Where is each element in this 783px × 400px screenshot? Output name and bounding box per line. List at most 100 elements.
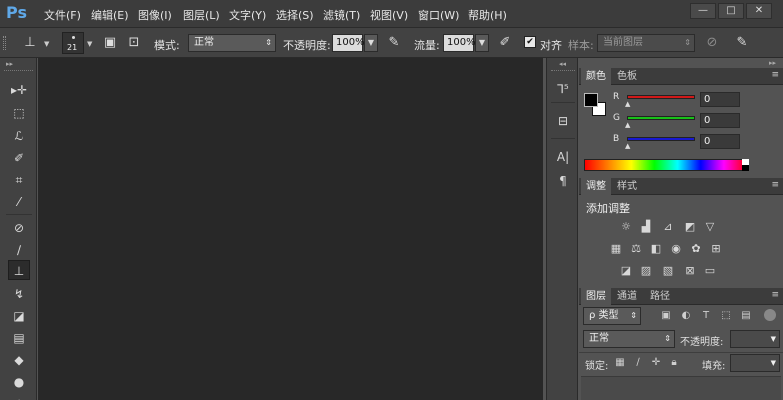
align-checkbox[interactable]: ✔	[524, 36, 536, 48]
history-panel-icon[interactable]: ⅂⁵	[554, 80, 572, 98]
slider-thumb-icon[interactable]: ▲	[625, 142, 630, 150]
menu-filter[interactable]: 滤镜(T)	[323, 7, 360, 23]
paragraph-panel-icon[interactable]: ¶	[554, 172, 572, 190]
filter-smart-object-icon[interactable]: ▤	[739, 309, 753, 323]
toggle-brush-panel-icon[interactable]: ▣	[100, 33, 120, 53]
layer-filter-select[interactable]: ρ 类型 ⇕	[583, 307, 641, 325]
foreground-color-swatch[interactable]	[584, 93, 598, 107]
move-tool-icon[interactable]: ▸✛	[8, 80, 30, 100]
toolbar-grip[interactable]	[4, 70, 33, 72]
pen-tool-icon[interactable]: ✒	[8, 392, 30, 400]
brush-dropdown-icon[interactable]: ▼	[87, 40, 92, 48]
menu-type[interactable]: 文字(Y)	[229, 7, 266, 23]
tab-channels[interactable]: 通道	[612, 288, 642, 305]
flow-dropdown-button[interactable]: ▼	[475, 34, 489, 52]
threshold-icon[interactable]: ▧	[661, 264, 675, 278]
selective-color-icon[interactable]: ⊠	[683, 264, 697, 278]
panel-menu-icon[interactable]: ≡	[771, 290, 779, 300]
lock-image-icon[interactable]: ∕	[631, 356, 645, 370]
layers-list[interactable]	[581, 376, 781, 400]
ignore-adjustment-layers-icon[interactable]: ⊘	[702, 33, 722, 53]
menu-window[interactable]: 窗口(W)	[418, 7, 459, 23]
red-slider[interactable]	[627, 95, 695, 99]
clone-stamp-tool-icon[interactable]: ⊥	[20, 33, 40, 53]
menu-select[interactable]: 选择(S)	[276, 7, 314, 23]
invert-icon[interactable]: ◪	[619, 264, 633, 278]
gradient-map-icon[interactable]: ▭	[703, 264, 717, 278]
document-canvas[interactable]	[38, 58, 543, 400]
grip-handle[interactable]	[3, 36, 6, 50]
black-white-icon[interactable]: ◧	[649, 242, 663, 256]
eraser-tool-icon[interactable]: ◪	[8, 306, 30, 326]
toggle-clone-source-icon[interactable]: ⊡	[124, 33, 144, 53]
maximize-button[interactable]: □	[718, 3, 744, 19]
tab-layers[interactable]: 图层	[581, 288, 611, 305]
menu-edit[interactable]: 编辑(E)	[91, 7, 129, 23]
color-spectrum-bar[interactable]	[584, 159, 748, 171]
panel-menu-icon[interactable]: ≡	[771, 180, 779, 190]
crop-tool-icon[interactable]: ⌗	[8, 170, 30, 190]
fill-input[interactable]: ▼	[730, 354, 780, 372]
hue-saturation-icon[interactable]: ▦	[609, 242, 623, 256]
lock-transparent-icon[interactable]: ▦	[613, 356, 627, 370]
green-slider[interactable]	[627, 116, 695, 120]
close-button[interactable]: ✕	[746, 3, 772, 19]
filter-type-icon[interactable]: T	[699, 309, 713, 323]
tab-adjustments[interactable]: 调整	[581, 178, 611, 195]
airbrush-icon[interactable]: ✐	[495, 33, 515, 53]
healing-brush-tool-icon[interactable]: ⊘	[8, 218, 30, 238]
pressure-opacity-icon[interactable]: ✎	[384, 33, 404, 53]
lasso-tool-icon[interactable]: ℒ	[8, 126, 30, 146]
menu-layer[interactable]: 图层(L)	[183, 7, 220, 23]
brush-tool-icon[interactable]: ∕	[8, 240, 30, 260]
flow-input[interactable]: 100%	[443, 34, 476, 52]
lock-position-icon[interactable]: ✛	[649, 356, 663, 370]
exposure-icon[interactable]: ◩	[683, 220, 697, 234]
red-value-input[interactable]: 0	[700, 92, 740, 107]
slider-thumb-icon[interactable]: ▲	[625, 100, 630, 108]
tab-styles[interactable]: 样式	[612, 178, 642, 195]
tab-paths[interactable]: 路径	[645, 288, 675, 305]
marquee-tool-icon[interactable]: ⬚	[8, 103, 30, 123]
blue-slider[interactable]	[627, 137, 695, 141]
tab-color[interactable]: 颜色	[581, 68, 611, 85]
clone-stamp-tool-icon[interactable]: ⊥	[8, 260, 30, 280]
blend-mode-select[interactable]: 正常 ⇕	[583, 330, 675, 348]
spectrum-black-swatch[interactable]	[742, 165, 749, 171]
posterize-icon[interactable]: ▨	[639, 264, 653, 278]
photo-filter-icon[interactable]: ◉	[669, 242, 683, 256]
tab-swatches[interactable]: 色板	[612, 68, 642, 85]
green-value-input[interactable]: 0	[700, 113, 740, 128]
vibrance-icon[interactable]: ▽	[703, 220, 717, 234]
menu-image[interactable]: 图像(I)	[138, 7, 172, 23]
collapse-dock-icon[interactable]: ◂◂	[559, 60, 566, 68]
sample-select[interactable]: 当前图层 ⇕	[597, 34, 695, 52]
curves-icon[interactable]: ⊿	[661, 220, 675, 234]
dock-grip[interactable]	[551, 70, 575, 72]
lock-all-icon[interactable]: 🔒︎	[667, 356, 681, 370]
expand-toolbar-icon[interactable]: ▸▸	[6, 60, 13, 68]
filter-toggle-switch[interactable]	[764, 309, 776, 321]
channel-mixer-icon[interactable]: ✿	[689, 242, 703, 256]
menu-help[interactable]: 帮助(H)	[468, 7, 507, 23]
blue-value-input[interactable]: 0	[700, 134, 740, 149]
eyedropper-tool-icon[interactable]: ⁄	[8, 192, 30, 212]
color-balance-icon[interactable]: ⚖	[629, 242, 643, 256]
history-brush-tool-icon[interactable]: ↯	[8, 284, 30, 304]
pressure-size-icon[interactable]: ✎	[732, 33, 752, 53]
layer-opacity-input[interactable]: ▼	[730, 330, 780, 348]
slider-thumb-icon[interactable]: ▲	[625, 121, 630, 129]
menu-file[interactable]: 文件(F)	[44, 7, 81, 23]
mode-select[interactable]: 正常 ⇕	[188, 34, 276, 52]
tool-preset-dropdown-icon[interactable]: ▼	[44, 40, 49, 48]
minimize-button[interactable]: —	[690, 3, 716, 19]
clone-source-panel-icon[interactable]: ⊟	[554, 112, 572, 130]
character-panel-icon[interactable]: A|	[554, 148, 572, 166]
filter-shape-icon[interactable]: ⬚	[719, 309, 733, 323]
color-lookup-icon[interactable]: ⊞	[709, 242, 723, 256]
brush-preset-picker[interactable]: 21	[62, 32, 84, 54]
levels-icon[interactable]: ▟	[639, 220, 653, 234]
panel-menu-icon[interactable]: ≡	[771, 70, 779, 80]
brightness-contrast-icon[interactable]: ☼	[619, 220, 633, 234]
gradient-tool-icon[interactable]: ▤	[8, 328, 30, 348]
